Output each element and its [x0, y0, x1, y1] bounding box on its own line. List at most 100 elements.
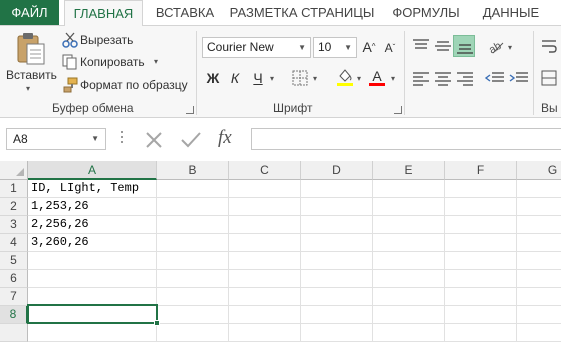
grid-cell[interactable] — [517, 216, 561, 234]
column-header-b[interactable]: B — [157, 161, 229, 180]
grid-cell[interactable] — [157, 180, 229, 198]
underline-dropdown-icon[interactable]: ▾ — [270, 74, 274, 83]
grow-font-button[interactable]: A^ — [360, 37, 378, 57]
grid-cell[interactable] — [373, 180, 445, 198]
grid-cell[interactable] — [373, 234, 445, 252]
grid-cell[interactable] — [373, 252, 445, 270]
grid-cell[interactable] — [157, 216, 229, 234]
row-header-6[interactable]: 6 — [0, 270, 28, 288]
grid-cell[interactable] — [517, 270, 561, 288]
grid-cell[interactable] — [445, 180, 517, 198]
tab-file[interactable]: ФАЙЛ — [0, 0, 59, 26]
grid-cell[interactable] — [301, 270, 373, 288]
increase-indent-icon[interactable] — [509, 70, 529, 86]
column-header-a[interactable]: A — [28, 161, 157, 180]
grid-cell[interactable] — [517, 198, 561, 216]
grid-cell[interactable] — [445, 306, 517, 324]
grid-cell[interactable] — [301, 252, 373, 270]
grid-cell[interactable] — [517, 252, 561, 270]
grid-cell[interactable] — [301, 324, 373, 342]
row-header-8[interactable]: 8 — [0, 306, 28, 324]
clipboard-launcher-icon[interactable] — [186, 106, 194, 114]
orientation-dropdown-icon[interactable]: ▾ — [508, 43, 512, 52]
paste-button[interactable]: Вставить ▾ — [6, 30, 57, 96]
column-header-e[interactable]: E — [373, 161, 445, 180]
align-bottom-button[interactable] — [453, 35, 475, 57]
grid-cell[interactable] — [157, 324, 229, 342]
font-size-dropdown[interactable]: 10 ▼ — [313, 37, 357, 58]
grid-cell[interactable] — [28, 324, 157, 342]
row-header-2[interactable]: 2 — [0, 198, 28, 216]
column-header-d[interactable]: D — [301, 161, 373, 180]
grid-cell[interactable] — [373, 216, 445, 234]
grid-cell[interactable] — [157, 306, 229, 324]
align-center-icon[interactable] — [434, 70, 452, 86]
font-color-dropdown-icon[interactable]: ▾ — [391, 74, 395, 83]
borders-icon[interactable] — [292, 70, 308, 86]
column-header-f[interactable]: F — [445, 161, 517, 180]
tab-formulas[interactable]: ФОРМУЛЫ — [386, 0, 466, 26]
grid-cell[interactable]: 1,253,26 — [28, 198, 157, 216]
align-left-icon[interactable] — [412, 70, 430, 86]
grid-cell[interactable] — [445, 324, 517, 342]
grid-cell[interactable] — [517, 324, 561, 342]
row-header-1[interactable]: 1 — [0, 180, 28, 198]
tab-insert[interactable]: ВСТАВКА — [148, 0, 222, 26]
grid-cell[interactable] — [157, 252, 229, 270]
grid-cell[interactable] — [229, 270, 301, 288]
grid-cell[interactable] — [229, 306, 301, 324]
active-cell-selection[interactable] — [27, 304, 158, 324]
grid-cell[interactable] — [229, 252, 301, 270]
fill-color-dropdown-icon[interactable]: ▾ — [357, 74, 361, 83]
grid-cell[interactable] — [229, 198, 301, 216]
merge-center-icon[interactable] — [541, 70, 557, 86]
enter-checkmark-icon[interactable] — [180, 131, 202, 149]
decrease-indent-icon[interactable] — [485, 70, 505, 86]
bold-button[interactable]: Ж — [205, 68, 221, 88]
grid-cell[interactable] — [157, 198, 229, 216]
font-color-button[interactable]: A — [368, 66, 388, 88]
shrink-font-button[interactable]: Aˇ — [381, 38, 399, 58]
tab-home[interactable]: ГЛАВНАЯ — [64, 0, 143, 26]
grid-cell[interactable] — [373, 198, 445, 216]
grid-cell[interactable] — [229, 288, 301, 306]
grid-cell[interactable] — [445, 234, 517, 252]
grid-cell[interactable] — [229, 234, 301, 252]
grid-cell[interactable] — [229, 324, 301, 342]
grid-cell[interactable] — [517, 306, 561, 324]
copy-button[interactable]: Копировать ▾ — [60, 52, 165, 72]
grid-cell[interactable] — [517, 288, 561, 306]
grid-cell[interactable] — [373, 306, 445, 324]
grid-cell[interactable]: 3,260,26 — [28, 234, 157, 252]
grid-cell[interactable] — [373, 324, 445, 342]
grid-cell[interactable] — [301, 306, 373, 324]
insert-function-button[interactable]: fx — [218, 127, 232, 149]
column-header-c[interactable]: C — [229, 161, 301, 180]
grid-cell[interactable] — [301, 180, 373, 198]
grid-cell[interactable] — [301, 216, 373, 234]
align-right-icon[interactable] — [456, 70, 474, 86]
orientation-icon[interactable]: ab — [487, 38, 505, 54]
select-all-corner[interactable] — [0, 161, 28, 180]
borders-dropdown-icon[interactable]: ▾ — [313, 74, 317, 83]
grid-cell[interactable] — [229, 180, 301, 198]
formula-input[interactable] — [251, 128, 561, 150]
grid-cell[interactable] — [445, 198, 517, 216]
underline-button[interactable]: Ч — [250, 68, 266, 88]
grid-cell[interactable] — [157, 234, 229, 252]
tab-page-layout[interactable]: РАЗМЕТКА СТРАНИЦЫ — [228, 0, 376, 26]
font-launcher-icon[interactable] — [394, 106, 402, 114]
grid-cell[interactable] — [301, 288, 373, 306]
italic-button[interactable]: К — [227, 68, 243, 88]
grid-cell[interactable] — [445, 270, 517, 288]
fill-handle[interactable] — [154, 320, 160, 326]
format-painter-button[interactable]: Формат по образцу — [60, 75, 190, 95]
grid-cell[interactable] — [445, 252, 517, 270]
font-name-dropdown[interactable]: Courier New ▼ — [202, 37, 311, 58]
grid-cell[interactable] — [373, 288, 445, 306]
grid-cell[interactable] — [28, 252, 157, 270]
grid-cell[interactable] — [445, 288, 517, 306]
paste-dropdown-icon[interactable]: ▾ — [26, 84, 30, 93]
row-header-3[interactable]: 3 — [0, 216, 28, 234]
grid-cell[interactable] — [517, 234, 561, 252]
